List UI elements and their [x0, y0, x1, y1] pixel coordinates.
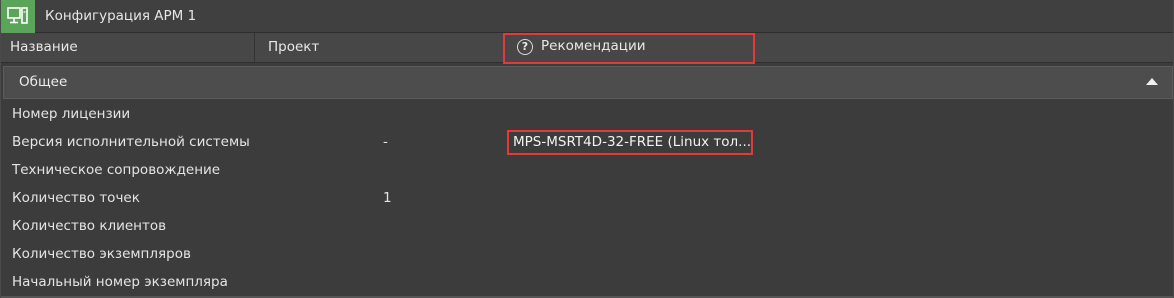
workstation-icon — [1, 0, 35, 33]
property-name: Количество точек — [12, 190, 140, 206]
property-name: Версия исполнительной системы — [12, 134, 250, 150]
property-name: Техническое сопровождение — [12, 162, 221, 178]
title-bar: Конфигурация АРМ 1 — [1, 0, 1173, 33]
config-window: Конфигурация АРМ 1 Название Проект ? Рек… — [0, 0, 1174, 298]
property-name: Количество экземпляров — [12, 246, 191, 262]
collapse-icon[interactable] — [1146, 78, 1158, 85]
property-name: Начальный номер экземпляра — [12, 274, 228, 290]
property-row[interactable]: Версия исполнительной системы - MPS-MSRT… — [1, 128, 1173, 156]
column-header-project[interactable]: Проект — [255, 33, 503, 62]
column-header: Название Проект ? Рекомендации — [1, 33, 1173, 64]
window-title: Конфигурация АРМ 1 — [45, 8, 197, 24]
property-project-value: 1 — [383, 190, 392, 206]
property-project-value: - — [383, 134, 388, 150]
group-general[interactable]: Общее — [3, 66, 1173, 99]
property-row[interactable]: Номер лицензии — [1, 100, 1173, 128]
column-header-name[interactable]: Название — [1, 33, 255, 62]
property-row[interactable]: Количество клиентов — [1, 212, 1173, 240]
property-row[interactable]: Начальный номер экземпляра — [1, 268, 1173, 296]
property-row[interactable]: Техническое сопровождение — [1, 156, 1173, 184]
property-recommendation: MPS-MSRT4D-32-FREE (Linux тол... — [513, 134, 752, 150]
recommendations-header-highlight — [503, 33, 755, 64]
property-row[interactable]: Количество точек 1 — [1, 184, 1173, 212]
group-label: Общее — [19, 74, 68, 90]
property-row[interactable]: Количество экземпляров — [1, 240, 1173, 268]
property-list: Номер лицензии Версия исполнительной сис… — [1, 100, 1173, 296]
property-name: Номер лицензии — [12, 106, 131, 122]
property-name: Количество клиентов — [12, 218, 167, 234]
